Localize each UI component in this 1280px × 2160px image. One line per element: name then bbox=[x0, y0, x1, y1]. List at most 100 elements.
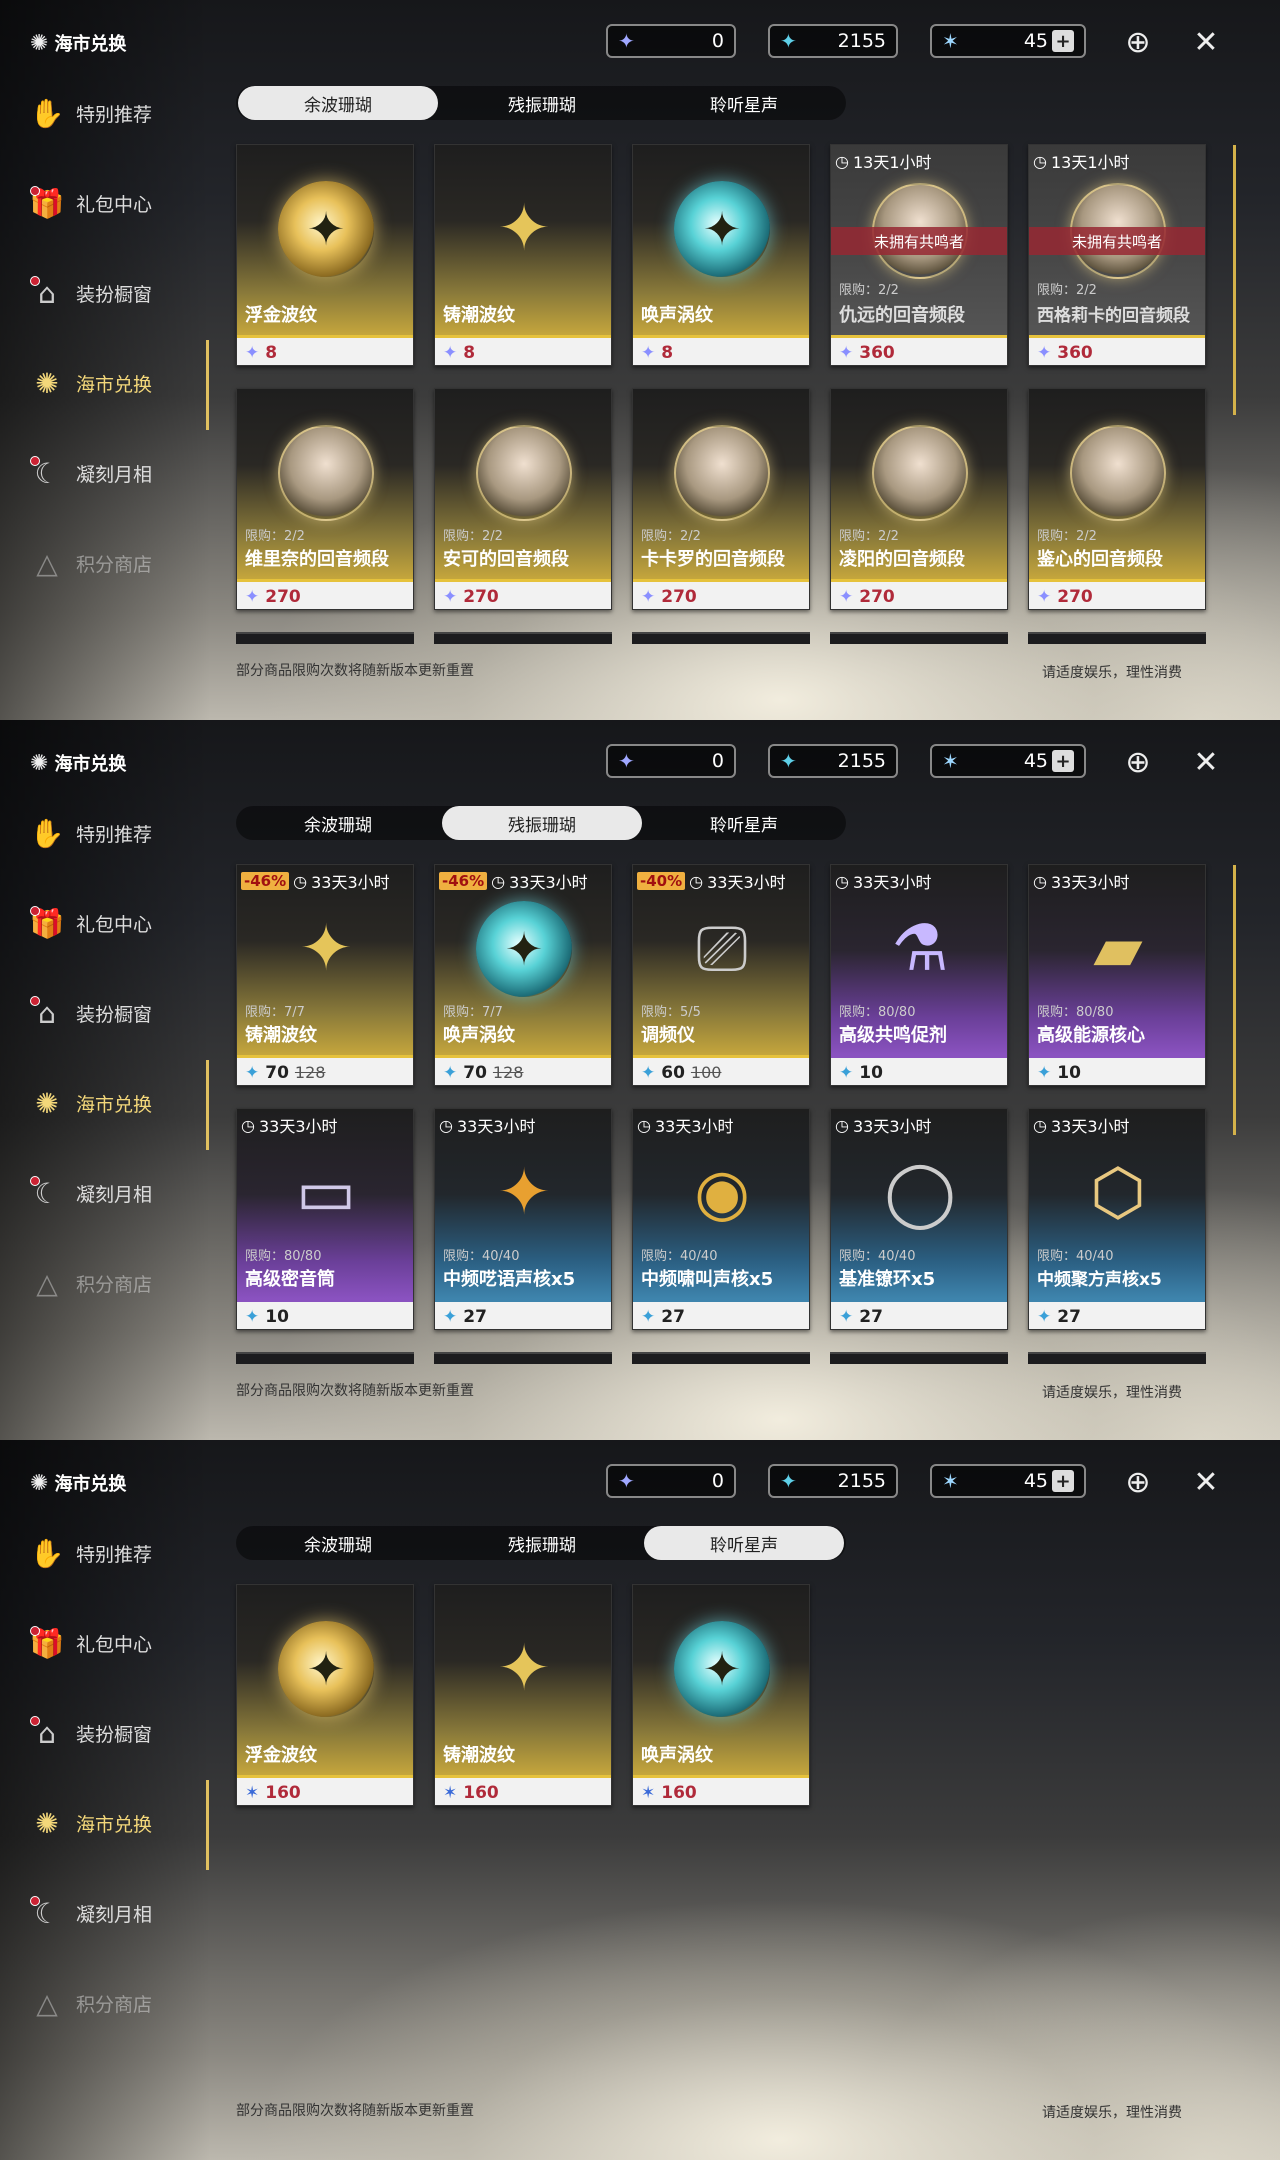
sidebar-item-exchange[interactable]: ✺ 海市兑换 bbox=[28, 358, 208, 408]
triangle-icon: △ bbox=[36, 546, 58, 580]
energy-core-icon: ▰ bbox=[1093, 912, 1143, 986]
add-currency-button[interactable]: + bbox=[1052, 30, 1074, 52]
shop-item-card[interactable]: ✦ 铸潮波纹 ✦ 8 bbox=[434, 144, 612, 366]
tab-starsound[interactable]: 聆听星声 bbox=[644, 806, 844, 840]
sidebar-item-exchange[interactable]: ✺ 海市兑换 bbox=[28, 1078, 208, 1128]
shop-item-card[interactable]: 限购：2/2 维里奈的回音频段 ✦ 270 bbox=[236, 388, 414, 610]
shop-item-card[interactable]: -40% ◷ 33天3小时 ⎚ 限购：5/5 调频仪 ✦ 60 100 bbox=[632, 864, 810, 1086]
close-icon[interactable]: ✕ bbox=[1186, 742, 1226, 782]
oscillated-coral-icon: ✦ bbox=[641, 1306, 656, 1327]
shop-item-card[interactable]: 限购：2/2 凌阳的回音频段 ✦ 270 bbox=[830, 388, 1008, 610]
sidebar-item-outfit[interactable]: ⌂ 装扮橱窗 bbox=[28, 988, 208, 1038]
sidebar-item-gift-center[interactable]: 🎁 礼包中心 bbox=[28, 178, 208, 228]
brand: ✺ 海市兑换 bbox=[30, 1470, 127, 1496]
tab-starsound[interactable]: 聆听星声 bbox=[644, 86, 844, 120]
sidebar-item-points[interactable]: △ 积分商店 bbox=[28, 538, 208, 588]
sidebar-item-gift-center[interactable]: 🎁 礼包中心 bbox=[28, 1618, 208, 1668]
tab-bar: 余波珊瑚 残振珊瑚 聆听星声 bbox=[236, 86, 846, 120]
sound-core-icon: ◉ bbox=[694, 1156, 750, 1230]
oscillated-coral-icon: ✦ bbox=[443, 1062, 458, 1083]
shop-item-card[interactable]: ✦ 浮金波纹 ✶ 160 bbox=[236, 1584, 414, 1806]
sidebar-item-outfit[interactable]: ⌂ 装扮橱窗 bbox=[28, 1708, 208, 1758]
sidebar-item-gift-center[interactable]: 🎁 礼包中心 bbox=[28, 898, 208, 948]
afterglow-coral-icon: ✦ bbox=[618, 1469, 635, 1493]
moon-icon: ☾ bbox=[28, 1174, 66, 1212]
oscillated-coral-icon: ✦ bbox=[1037, 1306, 1052, 1327]
shop-item-card[interactable]: ✦ 铸潮波纹 ✶ 160 bbox=[434, 1584, 612, 1806]
shop-item-card[interactable]: 限购：2/2 鉴心的回音频段 ✦ 270 bbox=[1028, 388, 1206, 610]
target-icon[interactable]: ⊕ bbox=[1118, 22, 1158, 62]
star-icon: ✶ bbox=[942, 749, 959, 773]
gift-hand-icon: ✋ bbox=[29, 96, 65, 130]
tab-oscillated-coral[interactable]: 残振珊瑚 bbox=[442, 1526, 642, 1560]
tab-afterglow-coral[interactable]: 余波珊瑚 bbox=[238, 806, 438, 840]
shop-item-card[interactable]: ◷ 33天3小时 ◉ 限购：40/40 中频啸叫声核x5 ✦ 27 bbox=[632, 1108, 810, 1330]
clock-icon: ◷ bbox=[1033, 1115, 1047, 1135]
shop-item-card[interactable]: ✦ 唤声涡纹 ✶ 160 bbox=[632, 1584, 810, 1806]
afterglow-coral-icon: ✦ bbox=[641, 586, 656, 607]
shop-item-card[interactable]: ◷ 33天3小时 ▭ 限购：80/80 高级密音筒 ✦ 10 bbox=[236, 1108, 414, 1330]
sidebar: ✺ 海市兑换 ✋ 特别推荐 🎁 礼包中心 ⌂ 装扮橱窗 ✺ 海市兑换 ☾ 凝刻月相 △ 积分商… bbox=[0, 720, 210, 1440]
notification-dot bbox=[30, 1896, 40, 1906]
tab-afterglow-coral[interactable]: 余波珊瑚 bbox=[238, 86, 438, 120]
more-items-row bbox=[236, 1352, 414, 1364]
shop-item-card[interactable]: 限购：2/2 卡卡罗的回音频段 ✦ 270 bbox=[632, 388, 810, 610]
sidebar-item-featured[interactable]: ✋ 特别推荐 bbox=[28, 1528, 208, 1578]
coral-icon: ✺ bbox=[30, 30, 49, 56]
close-icon[interactable]: ✕ bbox=[1186, 1462, 1226, 1502]
afterglow-coral-icon: ✦ bbox=[618, 29, 635, 53]
shop-item-card[interactable]: 限购：2/2 安可的回音频段 ✦ 270 bbox=[434, 388, 612, 610]
tab-starsound[interactable]: 聆听星声 bbox=[644, 1526, 844, 1560]
more-items-row bbox=[830, 1352, 1008, 1364]
oscillated-coral-icon: ✦ bbox=[443, 1306, 458, 1327]
tuner-device-icon: ⎚ bbox=[696, 912, 748, 986]
notification-dot bbox=[30, 906, 40, 916]
golden-blade-icon: ✦ bbox=[299, 912, 353, 986]
afterglow-coral-icon: ✦ bbox=[839, 586, 854, 607]
sidebar-item-points[interactable]: △ 积分商店 bbox=[28, 1978, 208, 2028]
currency-afterglow: ✦ 0 bbox=[606, 744, 736, 778]
shop-item-card[interactable]: -46% ◷ 33天3小时 ✦ 限购：7/7 铸潮波纹 ✦ 70 128 bbox=[236, 864, 414, 1086]
notification-dot bbox=[30, 996, 40, 1006]
sidebar-item-points[interactable]: △ 积分商店 bbox=[28, 1258, 208, 1308]
scrollbar[interactable] bbox=[1233, 865, 1236, 1135]
golden-orb-icon: ✦ bbox=[278, 181, 374, 277]
add-currency-button[interactable]: + bbox=[1052, 1470, 1074, 1492]
notification-dot bbox=[30, 186, 40, 196]
sidebar-item-outfit[interactable]: ⌂ 装扮橱窗 bbox=[28, 268, 208, 318]
shop-item-card[interactable]: -46% ◷ 33天3小时 ✦ 限购：7/7 唤声涡纹 ✦ 70 128 bbox=[434, 864, 612, 1086]
shop-item-card[interactable]: ✦ 唤声涡纹 ✦ 8 bbox=[632, 144, 810, 366]
clock-icon: ◷ bbox=[835, 871, 849, 891]
target-icon[interactable]: ⊕ bbox=[1118, 742, 1158, 782]
shop-item-card[interactable]: ◷ 33天3小时 ✦ 限购：40/40 中频呓语声核x5 ✦ 27 bbox=[434, 1108, 612, 1330]
currency-afterglow: ✦ 0 bbox=[606, 24, 736, 58]
close-icon[interactable]: ✕ bbox=[1186, 22, 1226, 62]
shop-panel-coral-afterglow: ✺ 海市兑换 ✋ 特别推荐 🎁 礼包中心 ⌂ 装扮橱窗 ✺ 海市兑换 ☾ 凝刻月相 △ 积分商… bbox=[0, 0, 1280, 720]
tab-afterglow-coral[interactable]: 余波珊瑚 bbox=[238, 1526, 438, 1560]
scrollbar[interactable] bbox=[1233, 145, 1236, 415]
shop-item-card[interactable]: ◷ 33天3小时 ⬡ 限购：40/40 中频聚方声核x5 ✦ 27 bbox=[1028, 1108, 1206, 1330]
shop-item-card[interactable]: ◷ 33天3小时 ⚗ 限购：80/80 高级共鸣促剂 ✦ 10 bbox=[830, 864, 1008, 1086]
sidebar-item-featured[interactable]: ✋ 特别推荐 bbox=[28, 808, 208, 858]
shop-item-card[interactable]: ◷ 13天1小时 未拥有共鸣者 限购：2/2 仇远的回音频段 ✦ 360 bbox=[830, 144, 1008, 366]
sidebar-item-moon[interactable]: ☾ 凝刻月相 bbox=[28, 448, 208, 498]
sidebar-item-moon[interactable]: ☾ 凝刻月相 bbox=[28, 1888, 208, 1938]
oscillated-coral-icon: ✦ bbox=[839, 1062, 854, 1083]
tab-oscillated-coral[interactable]: 残振珊瑚 bbox=[442, 806, 642, 840]
tab-oscillated-coral[interactable]: 残振珊瑚 bbox=[442, 86, 642, 120]
sidebar-item-exchange[interactable]: ✺ 海市兑换 bbox=[28, 1798, 208, 1848]
shop-item-card[interactable]: ✦ 浮金波纹 ✦ 8 bbox=[236, 144, 414, 366]
footer-warning: 请适度娱乐，理性消费 bbox=[1042, 665, 1182, 681]
shop-item-card[interactable]: ◷ 13天1小时 未拥有共鸣者 限购：2/2 西格莉卡的回音频段 ✦ 360 bbox=[1028, 144, 1206, 366]
sidebar-item-moon[interactable]: ☾ 凝刻月相 bbox=[28, 1168, 208, 1218]
active-indicator bbox=[206, 1060, 209, 1150]
outfit-icon: ⌂ bbox=[28, 994, 66, 1032]
currency-afterglow: ✦ 0 bbox=[606, 1464, 736, 1498]
shop-item-card[interactable]: ◷ 33天3小时 ◯ 限购：40/40 基准镣环x5 ✦ 27 bbox=[830, 1108, 1008, 1330]
clock-icon: ◷ bbox=[835, 151, 849, 171]
shop-item-card[interactable]: ◷ 33天3小时 ▰ 限购：80/80 高级能源核心 ✦ 10 bbox=[1028, 864, 1206, 1086]
add-currency-button[interactable]: + bbox=[1052, 750, 1074, 772]
target-icon[interactable]: ⊕ bbox=[1118, 1462, 1158, 1502]
sidebar-item-featured[interactable]: ✋ 特别推荐 bbox=[28, 88, 208, 138]
currency-oscillated: ✦ 2155 bbox=[768, 24, 898, 58]
